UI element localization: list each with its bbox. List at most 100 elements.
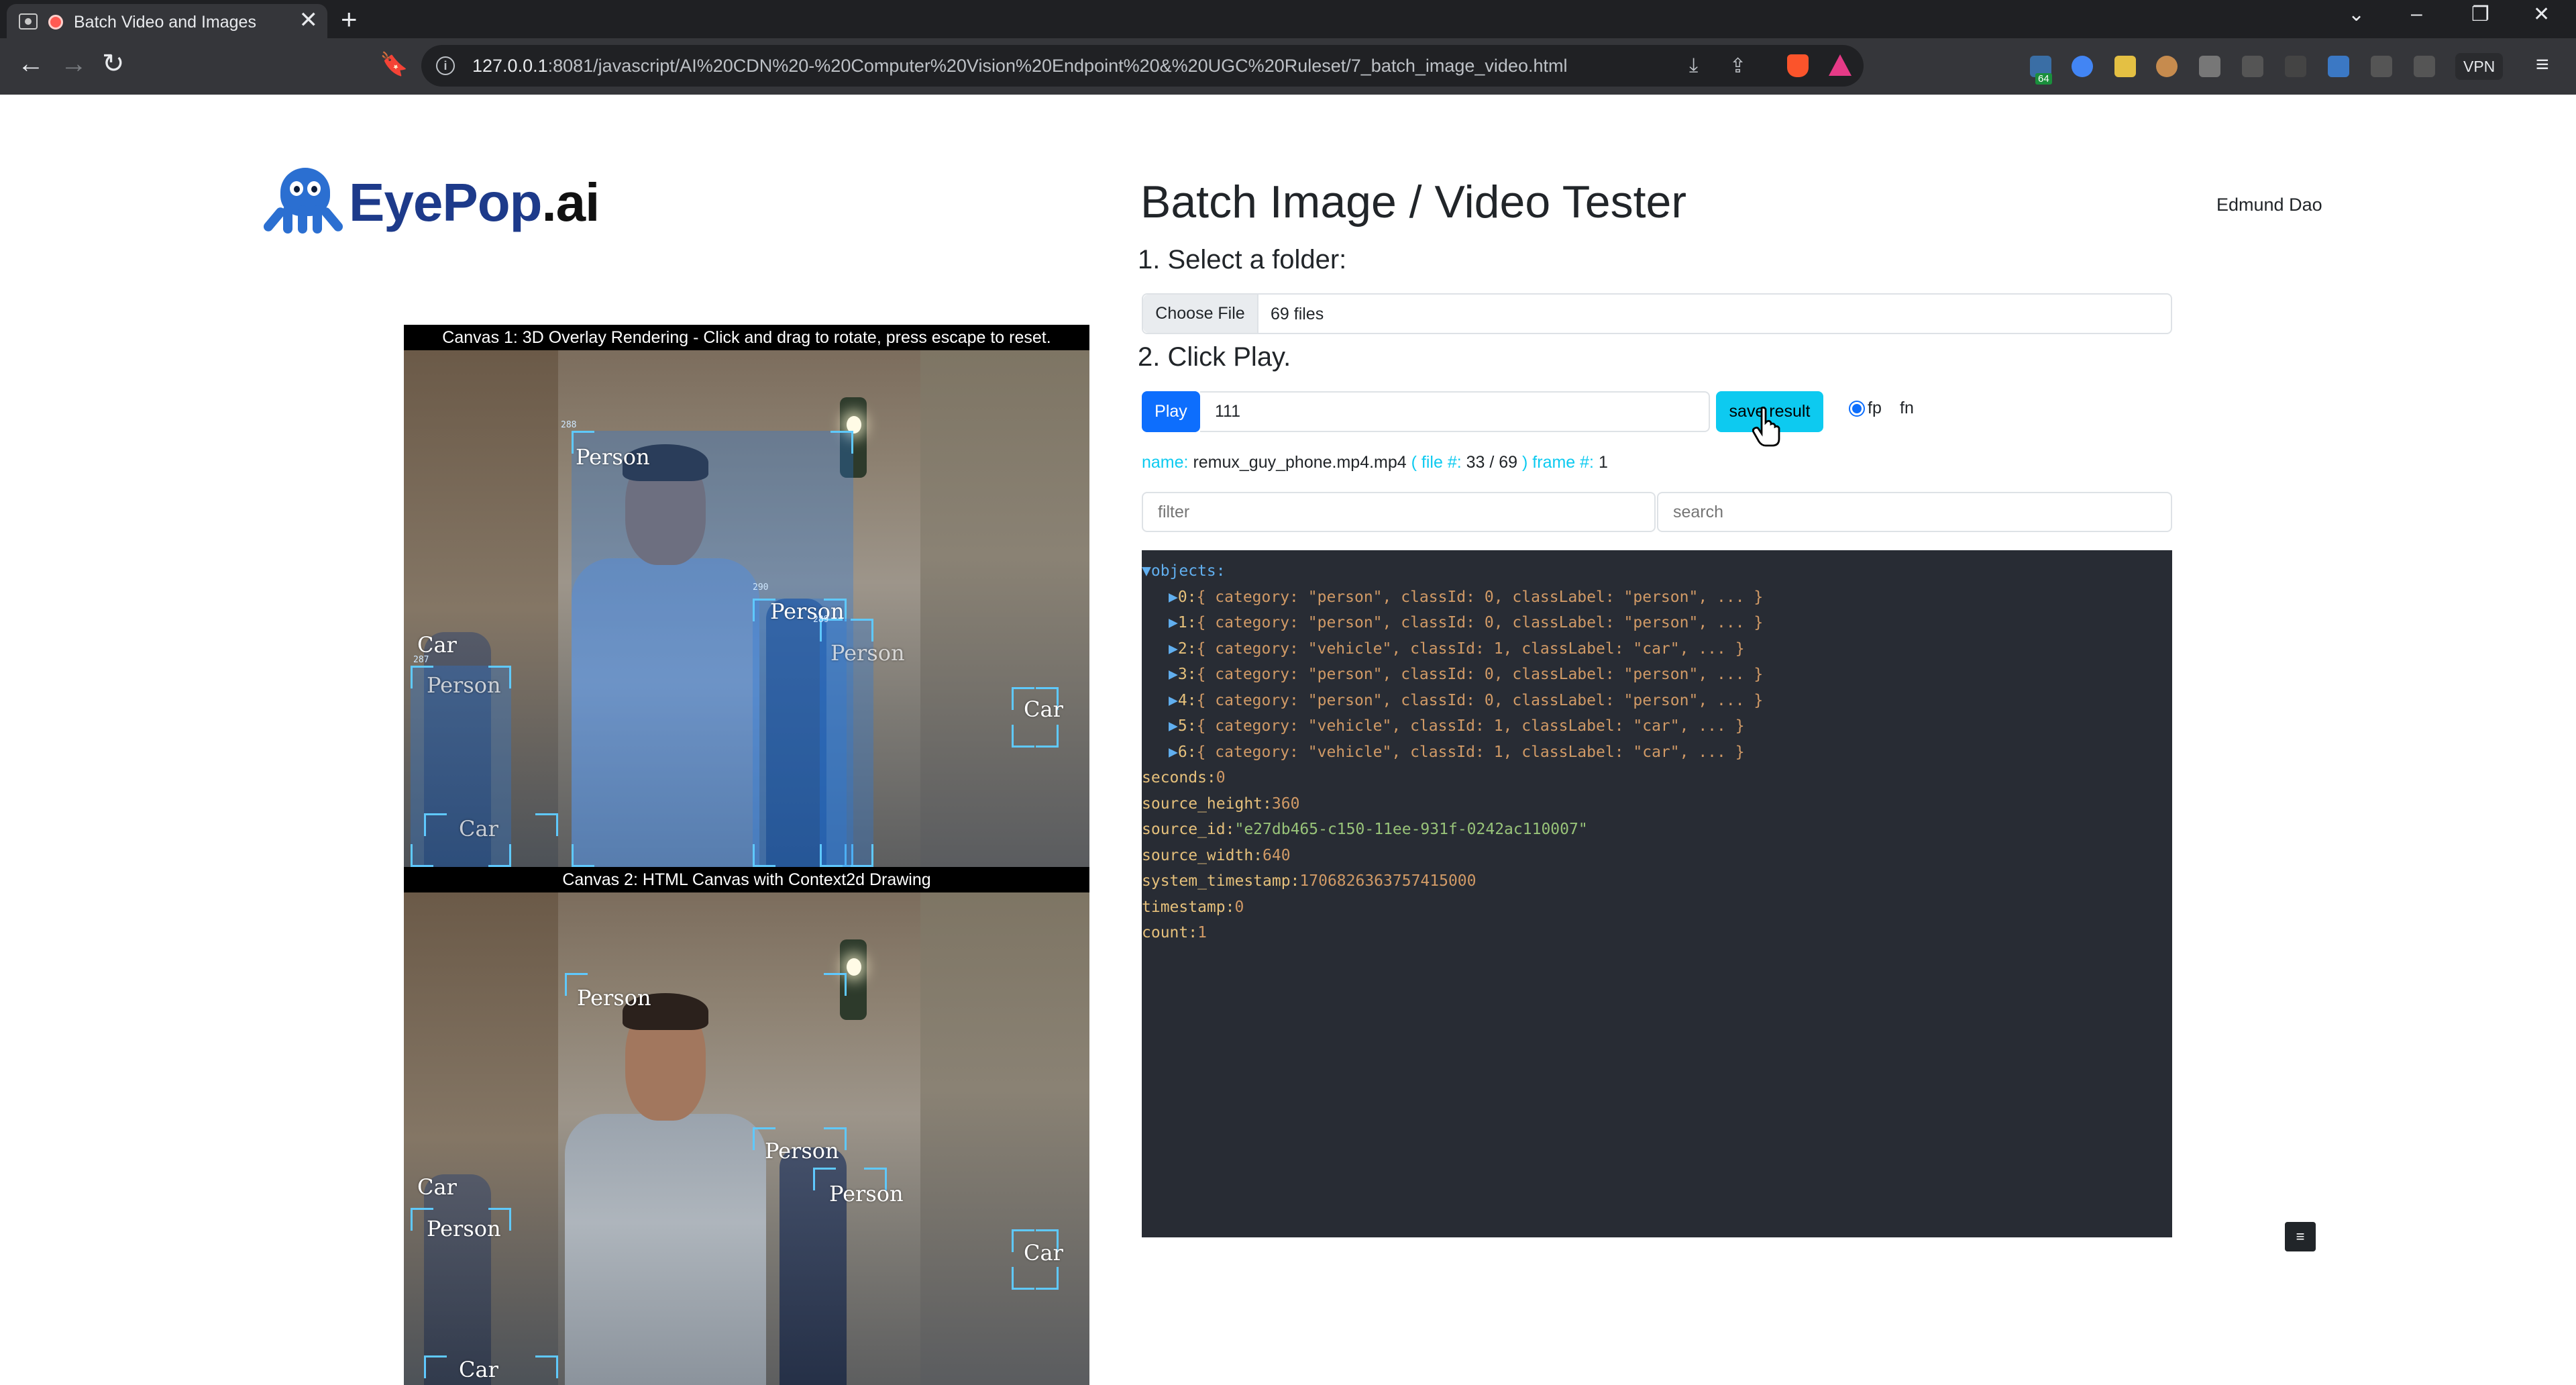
- canvas-2-label: Car: [1024, 1240, 1063, 1266]
- json-field-row: count:1: [1142, 924, 1207, 941]
- address-bar[interactable]: i 127.0.0.1:8081/javascript/AI%20CDN%20-…: [421, 45, 1864, 87]
- frame-number: 1: [1598, 453, 1608, 472]
- json-field-row: timestamp:0: [1142, 898, 1244, 916]
- extensions-puzzle-icon[interactable]: [2285, 56, 2306, 77]
- canvas-2-container[interactable]: Canvas 2: HTML Canvas with Context2d Dra…: [404, 867, 1089, 1385]
- json-object-row[interactable]: ▶0:{ category: "person", classId: 0, cla…: [1142, 584, 2172, 611]
- tab-search-icon[interactable]: ⌄: [2348, 3, 2365, 26]
- radio-fn-label[interactable]: fn: [1900, 399, 1914, 418]
- count-input[interactable]: 111: [1200, 391, 1710, 432]
- json-object-row[interactable]: ▶6:{ category: "vehicle", classId: 1, cl…: [1142, 739, 2172, 766]
- hand-cursor-icon: [1752, 407, 1780, 447]
- user-name: Edmund Dao: [2216, 195, 2322, 215]
- search-input[interactable]: [1657, 492, 2172, 532]
- expand-triangle-icon[interactable]: ▶: [1169, 717, 1178, 735]
- json-result-viewer[interactable]: ▼objects: ▶0:{ category: "person", class…: [1142, 550, 2172, 1237]
- tab-favicon-icon: [19, 13, 38, 30]
- tab-close-icon[interactable]: ✕: [299, 9, 319, 32]
- browser-tab[interactable]: Batch Video and Images ✕: [7, 4, 327, 38]
- minimize-button[interactable]: –: [2411, 3, 2422, 25]
- cookie-icon[interactable]: [2156, 56, 2178, 77]
- extension-cc-icon[interactable]: [2242, 56, 2263, 77]
- canvas-2-label: Person: [427, 1216, 501, 1241]
- json-field-row: source_id:"e27db465-c150-11ee-931f-0242a…: [1142, 821, 1588, 838]
- choose-file-button[interactable]: Choose File: [1143, 295, 1258, 333]
- json-object-row[interactable]: ▶3:{ category: "person", classId: 0, cla…: [1142, 662, 2172, 688]
- brave-rewards-icon[interactable]: [1829, 54, 1851, 76]
- canvas-1-label: Car: [459, 816, 498, 841]
- browser-toolbar: ← → ↻ 🔖 i 127.0.0.1:8081/javascript/AI%2…: [0, 38, 2576, 95]
- reload-button[interactable]: ↻: [102, 50, 125, 77]
- extension-pen-icon[interactable]: [2114, 56, 2136, 77]
- extension-gear-icon[interactable]: [2199, 56, 2220, 77]
- json-field-row: seconds:0: [1142, 769, 1226, 786]
- share-icon[interactable]: ⇪: [1729, 54, 1746, 78]
- download-icon[interactable]: ⤓: [1689, 54, 1698, 77]
- canvas-1-label: Person: [427, 672, 501, 698]
- back-button[interactable]: ←: [17, 50, 44, 77]
- menu-icon[interactable]: ≡: [2536, 53, 2549, 76]
- new-tab-button[interactable]: +: [341, 5, 358, 34]
- scroll-menu-button[interactable]: ≡: [2285, 1222, 2316, 1251]
- canvas-1-label: Person: [830, 640, 905, 666]
- window-close-button[interactable]: ✕: [2533, 3, 2550, 26]
- step-click-play: 2. Click Play.: [1138, 342, 1291, 372]
- tab-title: Batch Video and Images: [74, 13, 256, 32]
- canvas-1-container[interactable]: Canvas 1: 3D Overlay Rendering - Click a…: [404, 325, 1089, 867]
- forward-button[interactable]: →: [60, 50, 87, 77]
- canvas-1-caption: Canvas 1: 3D Overlay Rendering - Click a…: [404, 325, 1089, 350]
- bookmark-icon[interactable]: 🔖: [380, 53, 408, 76]
- url-text[interactable]: 127.0.0.1:8081/javascript/AI%20CDN%20-%2…: [472, 56, 1567, 76]
- json-object-row[interactable]: ▶2:{ category: "vehicle", classId: 1, cl…: [1142, 636, 2172, 662]
- browser-tab-strip: Batch Video and Images ✕ + ⌄ – ❐ ✕: [0, 0, 2576, 38]
- expand-triangle-icon[interactable]: ▶: [1169, 588, 1178, 606]
- sidebar-icon[interactable]: [2371, 56, 2392, 77]
- step-select-folder: 1. Select a folder:: [1138, 245, 1347, 274]
- json-field-row: system_timestamp:1706826363757415000: [1142, 872, 1477, 890]
- detection-id: 287: [413, 655, 429, 665]
- json-object-row[interactable]: ▶4:{ category: "person", classId: 0, cla…: [1142, 688, 2172, 714]
- canvas-2-label: Person: [577, 985, 651, 1011]
- site-info-icon[interactable]: i: [436, 56, 455, 75]
- json-field-row: source_width:640: [1142, 846, 1291, 864]
- canvas-1-label: Person: [576, 444, 650, 470]
- canvas-1-label: Car: [417, 632, 457, 658]
- canvas-2-caption: Canvas 2: HTML Canvas with Context2d Dra…: [404, 867, 1089, 892]
- expand-triangle-icon[interactable]: ▶: [1169, 614, 1178, 631]
- play-button[interactable]: Play: [1142, 391, 1200, 432]
- restore-button[interactable]: ❐: [2471, 3, 2489, 26]
- expand-triangle-icon[interactable]: ▶: [1169, 692, 1178, 709]
- canvas-1-label: Car: [1024, 697, 1063, 722]
- extension-badge-count: 64: [2035, 73, 2052, 85]
- radio-fp-label: fp: [1868, 399, 1882, 417]
- wallet-icon[interactable]: [2414, 56, 2435, 77]
- expand-triangle-icon[interactable]: ▶: [1169, 666, 1178, 683]
- expand-triangle-icon[interactable]: ▶: [1169, 640, 1178, 658]
- current-file-info: name: remux_guy_phone.mp4.mp4 ( file #: …: [1142, 453, 1608, 472]
- file-name: remux_guy_phone.mp4.mp4: [1193, 453, 1407, 472]
- json-root-objects[interactable]: ▼objects:: [1142, 558, 2172, 584]
- canvas-2-label: Person: [765, 1138, 839, 1164]
- detection-id: 289: [813, 615, 829, 625]
- canvas-2-label: Person: [829, 1181, 904, 1207]
- folder-file-input[interactable]: Choose File 69 files: [1142, 293, 2172, 334]
- detection-id: 290: [753, 582, 769, 593]
- expand-triangle-icon[interactable]: ▶: [1169, 743, 1178, 761]
- brave-shield-icon[interactable]: [1787, 54, 1809, 77]
- radio-fp[interactable]: [1849, 401, 1865, 417]
- vpn-button[interactable]: VPN: [2455, 53, 2504, 80]
- page-title: Batch Image / Video Tester: [1140, 176, 1686, 227]
- extension-g-icon[interactable]: [2072, 56, 2093, 77]
- canvas-2-context2d[interactable]: Person Person Person Car Person Car Car: [404, 892, 1089, 1385]
- recording-icon: [48, 15, 63, 30]
- downloads-icon[interactable]: [2328, 56, 2349, 77]
- canvas-1-3d-overlay[interactable]: 288 Person 290 Person 289 Person Car 287…: [404, 350, 1089, 867]
- json-field-row: source_height:360: [1142, 794, 1300, 813]
- json-object-row[interactable]: ▶1:{ category: "person", classId: 0, cla…: [1142, 610, 2172, 636]
- filter-input[interactable]: [1142, 492, 1656, 532]
- canvas-2-label: Car: [417, 1174, 457, 1200]
- json-object-row[interactable]: ▶5:{ category: "vehicle", classId: 1, cl…: [1142, 713, 2172, 739]
- logo-text: EyePop.ai: [349, 172, 600, 232]
- file-index: 33 / 69: [1466, 453, 1518, 472]
- canvas-2-label: Car: [459, 1357, 498, 1382]
